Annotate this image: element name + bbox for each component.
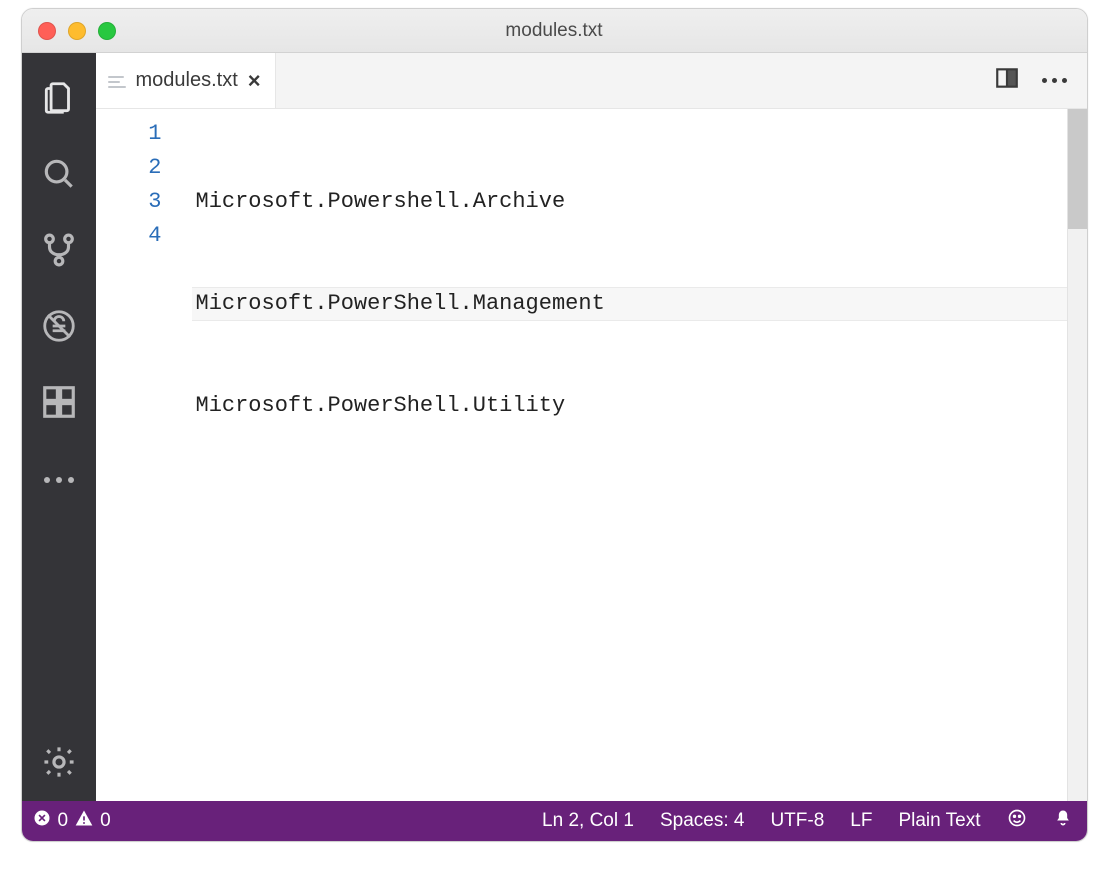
code-content[interactable]: Microsoft.Powershell.Archive Microsoft.P… (192, 109, 1067, 801)
ellipsis-icon (1042, 78, 1067, 83)
line-number: 1 (96, 117, 192, 151)
scrollbar-thumb[interactable] (1068, 109, 1087, 229)
window-controls (22, 22, 116, 40)
window-minimize-button[interactable] (68, 22, 86, 40)
bell-icon (1053, 808, 1073, 834)
code-text: Microsoft.PowerShell.Management (196, 287, 605, 321)
activity-debug[interactable] (22, 291, 96, 365)
status-encoding-text: UTF-8 (770, 810, 824, 832)
main-body: modules.txt × (22, 53, 1087, 801)
activity-search[interactable] (22, 139, 96, 213)
status-indent[interactable]: Spaces: 4 (660, 810, 745, 832)
code-line[interactable]: Microsoft.PowerShell.Utility (192, 389, 1067, 423)
app-window: modules.txt (21, 8, 1088, 842)
line-number: 4 (96, 219, 192, 253)
editor-tab[interactable]: modules.txt × (96, 53, 276, 108)
vertical-scrollbar[interactable] (1067, 109, 1087, 801)
text-editor[interactable]: 1 2 3 4 Microsoft.Powershell.Archive Mic… (96, 109, 1087, 801)
status-cursor[interactable]: Ln 2, Col 1 (542, 810, 634, 832)
activity-source-control[interactable] (22, 215, 96, 289)
activity-bar (22, 53, 96, 801)
search-icon (40, 155, 78, 198)
status-cursor-text: Ln 2, Col 1 (542, 810, 634, 832)
split-icon (994, 65, 1020, 96)
tab-close-icon[interactable]: × (248, 70, 261, 92)
activity-more[interactable] (22, 443, 96, 517)
window-title: modules.txt (22, 20, 1087, 42)
status-encoding[interactable]: UTF-8 (770, 810, 824, 832)
line-number-gutter: 1 2 3 4 (96, 109, 192, 801)
ellipsis-icon (44, 477, 74, 483)
bug-slash-icon (40, 307, 78, 350)
status-language[interactable]: Plain Text (898, 810, 980, 832)
titlebar: modules.txt (22, 9, 1087, 53)
window-zoom-button[interactable] (98, 22, 116, 40)
status-indent-text: Spaces: 4 (660, 810, 745, 832)
tabs-spacer (276, 53, 994, 108)
activity-settings[interactable] (22, 727, 96, 801)
branch-icon (40, 231, 78, 274)
window-close-button[interactable] (38, 22, 56, 40)
editor-tab-label: modules.txt (136, 69, 238, 92)
code-line[interactable]: Microsoft.Powershell.Archive (192, 185, 1067, 219)
status-right: Ln 2, Col 1 Spaces: 4 UTF-8 LF Plain Tex… (542, 808, 1072, 834)
split-editor-button[interactable] (994, 65, 1020, 96)
code-line[interactable] (192, 491, 1067, 525)
extensions-icon (40, 383, 78, 426)
code-line[interactable]: Microsoft.PowerShell.Management (192, 287, 1067, 321)
status-bar: 0 0 Ln 2, Col 1 Spaces: 4 UTF-8 LF Plain… (22, 801, 1087, 841)
status-warnings-count: 0 (100, 810, 111, 832)
editor-group: modules.txt × (96, 53, 1087, 801)
line-number: 3 (96, 185, 192, 219)
status-problems[interactable]: 0 0 (32, 808, 111, 834)
gear-icon (40, 743, 78, 786)
status-eol-text: LF (850, 810, 872, 832)
status-left: 0 0 (32, 808, 111, 834)
code-text: Microsoft.PowerShell.Utility (196, 389, 566, 423)
line-number: 2 (96, 151, 192, 185)
status-language-text: Plain Text (898, 810, 980, 832)
activity-explorer[interactable] (22, 63, 96, 137)
code-text: Microsoft.Powershell.Archive (196, 185, 566, 219)
status-errors-count: 0 (58, 810, 69, 832)
activity-extensions[interactable] (22, 367, 96, 441)
files-icon (40, 79, 78, 122)
editor-tabs: modules.txt × (96, 53, 1087, 109)
status-feedback[interactable] (1007, 808, 1027, 834)
editor-actions (994, 53, 1087, 108)
error-icon (32, 808, 52, 834)
warning-icon (74, 808, 94, 834)
status-notifications[interactable] (1053, 808, 1073, 834)
status-eol[interactable]: LF (850, 810, 872, 832)
file-lines-icon (108, 74, 126, 88)
editor-more-button[interactable] (1042, 78, 1067, 83)
smiley-icon (1007, 808, 1027, 834)
